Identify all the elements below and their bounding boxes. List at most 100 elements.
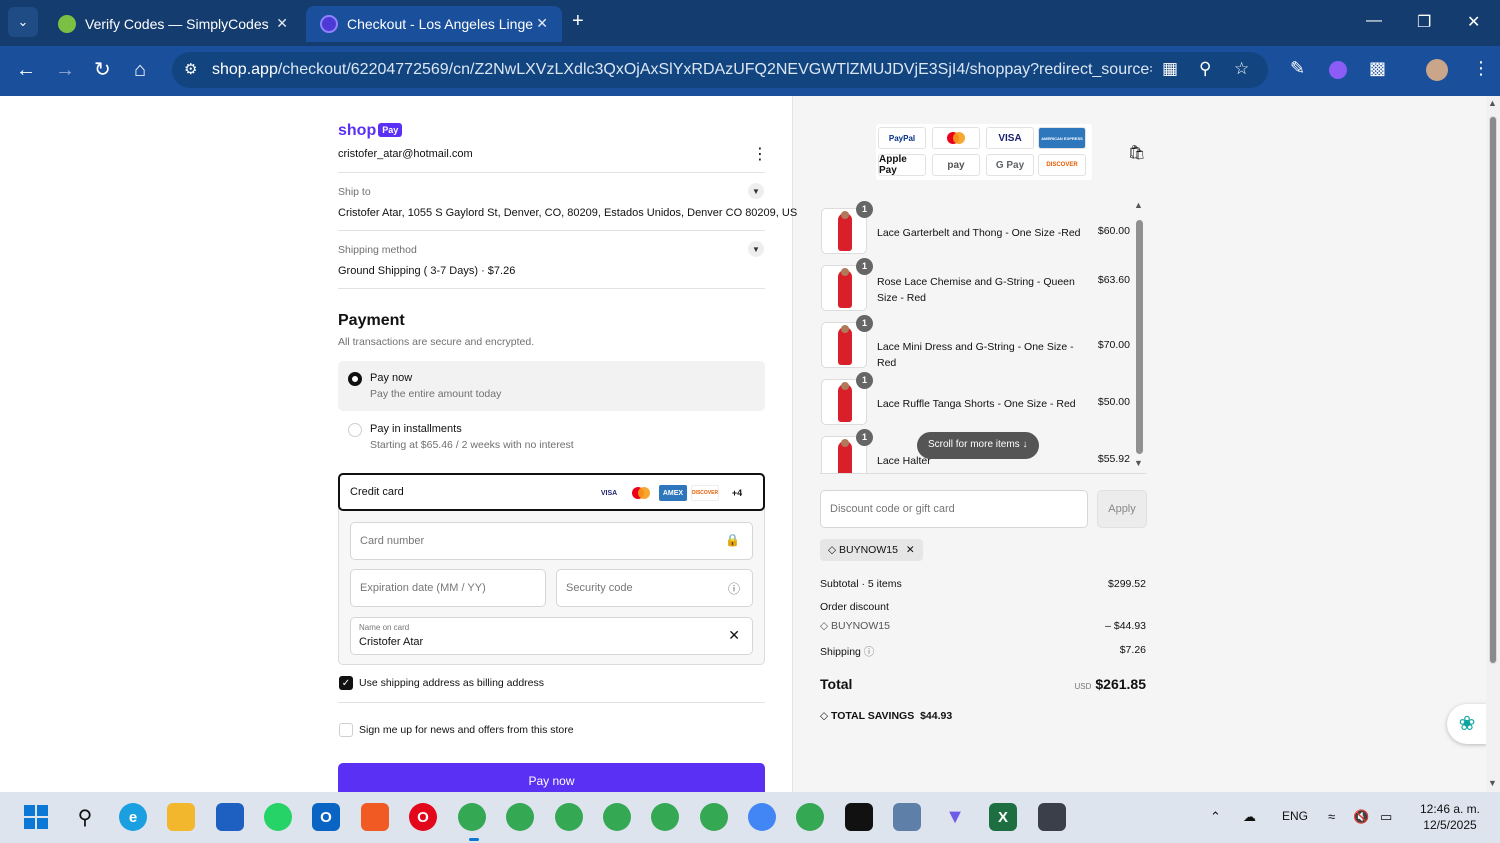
expiration-input[interactable]: Expiration date (MM / YY) bbox=[350, 569, 546, 607]
pay-now-option[interactable]: Pay now Pay the entire amount today bbox=[338, 361, 765, 411]
whatsapp-icon[interactable] bbox=[264, 803, 292, 831]
page-scrollbar[interactable]: ▲ ▼ bbox=[1486, 96, 1500, 792]
shopping-bag-icon[interactable]: 🛍 bbox=[1128, 144, 1146, 161]
pay-installments-radio[interactable] bbox=[348, 423, 362, 437]
help-icon[interactable]: ⓘ bbox=[728, 580, 740, 597]
volume-muted-icon[interactable]: 🔇 bbox=[1353, 809, 1369, 825]
lock-icon: 🔒 bbox=[725, 533, 740, 547]
credit-card-option[interactable]: Credit card VISA AMEX DISCOVER +4 bbox=[338, 473, 765, 511]
bookmark-star-icon[interactable]: ☆ bbox=[1234, 59, 1249, 79]
scrollbar-thumb[interactable] bbox=[1489, 116, 1497, 664]
scroll-for-more-button[interactable]: Scroll for more items ↓ bbox=[917, 432, 1040, 459]
ship-to-chevron-down-icon[interactable]: ▼ bbox=[748, 183, 764, 199]
checkout-page: shop Pay cristofer_atar@hotmail.com ⋮ Shi… bbox=[0, 96, 1500, 792]
total-savings: ◇ TOTAL SAVINGS $44.93 bbox=[820, 710, 952, 722]
discount-value: – $44.93 bbox=[1105, 620, 1146, 632]
excel-icon[interactable]: X bbox=[989, 803, 1017, 831]
edit-extension-icon[interactable]: ✎ bbox=[1290, 58, 1305, 79]
app-icon[interactable] bbox=[845, 803, 873, 831]
battery-icon[interactable]: ▭ bbox=[1380, 809, 1392, 825]
show-hidden-icons-chevron-up-icon[interactable]: ⌃ bbox=[1210, 809, 1221, 825]
divider bbox=[338, 230, 765, 231]
discount-code-input[interactable]: Discount code or gift card bbox=[820, 490, 1088, 528]
address-bar[interactable]: ⚙ shop.app/checkout/62204772569/cn/Z2NwL… bbox=[172, 52, 1268, 88]
chrome-profile-icon[interactable] bbox=[651, 803, 679, 831]
arrow-down-icon: ↓ bbox=[1022, 439, 1028, 450]
remove-discount-icon[interactable]: ✕ bbox=[906, 544, 915, 556]
shop-favicon bbox=[320, 15, 338, 33]
extensions-puzzle-icon[interactable]: ▩ bbox=[1369, 58, 1386, 79]
site-info-icon[interactable]: ⚙ bbox=[184, 60, 197, 78]
chrome-profile-icon[interactable] bbox=[748, 803, 776, 831]
menu-kebab-icon[interactable]: ⋮ bbox=[1472, 58, 1490, 79]
close-window-icon[interactable]: ✕ bbox=[1467, 12, 1480, 32]
account-menu-icon[interactable]: ⋮ bbox=[752, 144, 768, 164]
url-text[interactable]: shop.app/checkout/62204772569/cn/Z2NwLXV… bbox=[212, 61, 1152, 79]
discover-icon: DISCOVER bbox=[1038, 154, 1086, 176]
card-number-input[interactable]: Card number 🔒 bbox=[350, 522, 753, 560]
shop-pay-logo: shop Pay bbox=[338, 122, 403, 140]
file-explorer-icon[interactable] bbox=[167, 803, 195, 831]
home-icon[interactable]: ⌂ bbox=[134, 58, 146, 82]
list-item: 1 Rose Lace Chemise and G-String - Queen… bbox=[820, 258, 1130, 315]
brave-icon[interactable] bbox=[361, 803, 389, 831]
opera-icon[interactable]: O bbox=[409, 803, 437, 831]
chrome-profile-icon[interactable] bbox=[555, 803, 583, 831]
security-code-input[interactable]: Security code ⓘ bbox=[556, 569, 753, 607]
ship-to-label: Ship to bbox=[338, 186, 371, 198]
onedrive-icon[interactable]: ☁ bbox=[1243, 809, 1256, 825]
chrome-profile-icon[interactable] bbox=[796, 803, 824, 831]
clear-icon[interactable]: ✕ bbox=[728, 627, 740, 644]
browser-tab-bar: ⌄ Verify Codes — SimplyCodes ✕ Checkout … bbox=[0, 0, 1500, 46]
scroll-up-icon[interactable]: ▲ bbox=[1488, 98, 1497, 108]
mastercard-icon bbox=[932, 127, 980, 149]
chrome-profile-icon[interactable] bbox=[506, 803, 534, 831]
tab-simplycodes[interactable]: Verify Codes — SimplyCodes ✕ bbox=[44, 6, 302, 42]
minimize-icon[interactable]: — bbox=[1366, 12, 1382, 30]
pay-now-radio[interactable] bbox=[348, 372, 362, 386]
chrome-profile-icon[interactable] bbox=[458, 803, 486, 831]
items-scrollbar[interactable]: ▲ ▼ bbox=[1132, 200, 1146, 472]
newsletter-checkbox[interactable] bbox=[339, 723, 353, 737]
restore-icon[interactable]: ❐ bbox=[1417, 12, 1431, 32]
tab-search-chevron-icon[interactable]: ⌄ bbox=[8, 7, 38, 37]
name-on-card-input[interactable]: Name on card Cristofer Atar ✕ bbox=[350, 617, 753, 655]
chrome-profile-icon[interactable] bbox=[700, 803, 728, 831]
assistant-icon[interactable]: ❀ bbox=[1447, 704, 1487, 744]
outlook-icon[interactable]: O bbox=[312, 803, 340, 831]
remote-desktop-icon[interactable] bbox=[893, 803, 921, 831]
back-icon[interactable]: ← bbox=[16, 58, 36, 82]
billing-address-checkbox[interactable]: ✓ bbox=[339, 676, 353, 690]
translate-icon[interactable]: ▦ bbox=[1162, 59, 1178, 79]
forward-icon[interactable]: → bbox=[55, 58, 75, 82]
new-tab-icon[interactable]: + bbox=[572, 10, 584, 33]
scrollbar-thumb[interactable] bbox=[1136, 220, 1143, 454]
extension-icon[interactable] bbox=[1329, 61, 1347, 79]
store-icon[interactable] bbox=[216, 803, 244, 831]
help-icon[interactable]: ⓘ bbox=[864, 646, 875, 658]
windows-start-icon[interactable] bbox=[22, 803, 50, 831]
windows-taskbar: ⚲ e O O ▼ X ⌃ ☁ ENG ≈ 🔇 ▭ 12:46 a. m. 12… bbox=[0, 792, 1500, 843]
close-tab-icon[interactable]: ✕ bbox=[536, 15, 548, 32]
close-tab-icon[interactable]: ✕ bbox=[276, 15, 288, 32]
search-icon[interactable]: ⚲ bbox=[71, 803, 99, 831]
scroll-down-icon[interactable]: ▼ bbox=[1488, 778, 1497, 788]
scroll-up-icon[interactable]: ▲ bbox=[1134, 200, 1143, 210]
edge-icon[interactable]: e bbox=[119, 803, 147, 831]
language-indicator[interactable]: ENG bbox=[1282, 809, 1308, 823]
reload-icon[interactable]: ↻ bbox=[94, 58, 111, 82]
vpn-icon[interactable]: ▼ bbox=[941, 803, 969, 831]
pay-now-button[interactable]: Pay now bbox=[338, 763, 765, 792]
profile-avatar[interactable] bbox=[1426, 59, 1448, 81]
pay-installments-option[interactable]: Pay in installments Starting at $65.46 /… bbox=[338, 412, 765, 462]
clock[interactable]: 12:46 a. m. 12/5/2025 bbox=[1410, 801, 1490, 833]
tab-checkout[interactable]: Checkout - Los Angeles Lingerie ✕ bbox=[306, 6, 562, 42]
zoom-icon[interactable]: ⚲ bbox=[1199, 59, 1211, 79]
chrome-profile-icon[interactable] bbox=[603, 803, 631, 831]
wifi-icon[interactable]: ≈ bbox=[1328, 809, 1335, 824]
scroll-down-icon[interactable]: ▼ bbox=[1134, 458, 1143, 468]
apply-discount-button[interactable]: Apply bbox=[1097, 490, 1147, 528]
samsung-pay-icon: pay bbox=[932, 154, 980, 176]
calculator-icon[interactable] bbox=[1038, 803, 1066, 831]
shipping-method-chevron-down-icon[interactable]: ▼ bbox=[748, 241, 764, 257]
